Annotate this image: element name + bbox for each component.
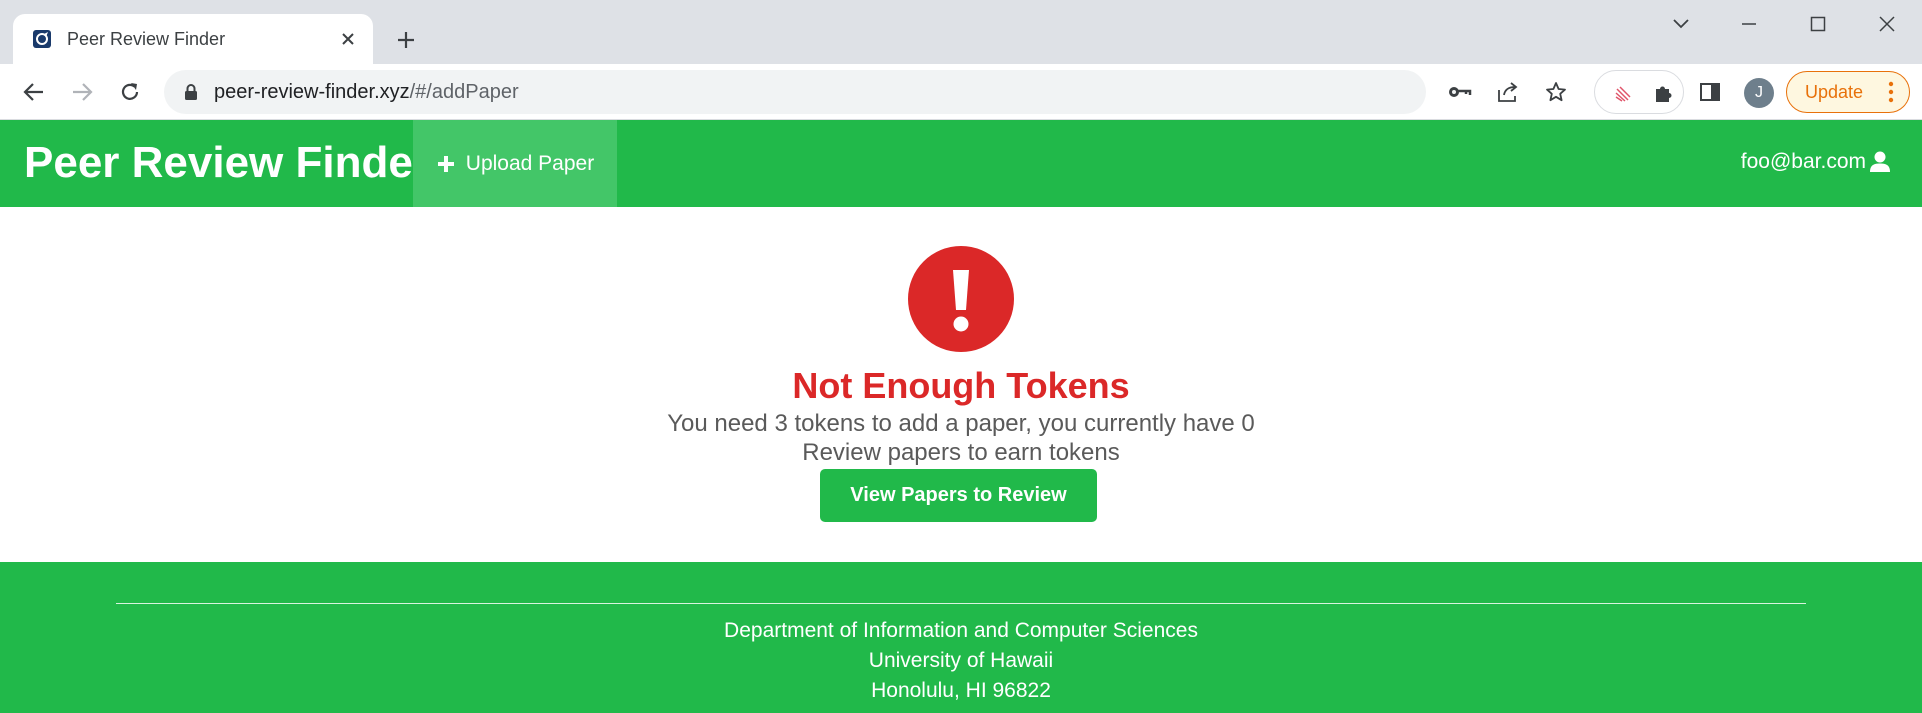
upload-paper-nav-item[interactable]: Upload Paper (413, 120, 617, 207)
forward-icon[interactable] (64, 74, 100, 110)
share-icon[interactable] (1494, 78, 1522, 106)
tab-title: Peer Review Finder (67, 29, 226, 49)
error-message: You need 3 tokens to add a paper, you cu… (667, 410, 1255, 437)
bookmark-star-icon[interactable] (1542, 78, 1570, 106)
tab-search-chevron-icon[interactable] (1654, 6, 1708, 42)
view-papers-button[interactable]: View Papers to Review (820, 469, 1097, 522)
update-button[interactable]: Update (1786, 71, 1910, 113)
footer-divider (116, 603, 1806, 604)
brand-title[interactable]: Peer Review Finder (24, 138, 430, 188)
footer-address: Honolulu, HI 96822 (871, 679, 1051, 702)
side-panel-icon[interactable] (1696, 78, 1724, 106)
exclamation-circle-icon (908, 246, 1014, 352)
main-content: Not Enough Tokens You need 3 tokens to a… (0, 207, 1922, 562)
lock-icon[interactable] (182, 83, 200, 101)
update-button-label: Update (1805, 82, 1864, 102)
minimize-icon[interactable] (1722, 6, 1776, 42)
error-hint: Review papers to earn tokens (802, 439, 1120, 466)
url-path: /#/addPaper (409, 81, 519, 103)
extensions-puzzle-icon[interactable] (1649, 79, 1677, 107)
close-window-icon[interactable] (1860, 6, 1914, 42)
new-tab-icon[interactable] (390, 24, 422, 56)
user-email: foo@bar.com (1740, 150, 1866, 173)
upload-paper-label: Upload Paper (465, 151, 595, 175)
maximize-icon[interactable] (1791, 6, 1845, 42)
error-title: Not Enough Tokens (792, 365, 1130, 406)
user-menu[interactable]: foo@bar.com (1741, 150, 1892, 174)
reload-icon[interactable] (112, 74, 148, 110)
password-key-icon[interactable] (1446, 78, 1474, 106)
browser-tab-strip: Peer Review Finder (0, 0, 1922, 64)
browser-toolbar: peer-review-finder.xyz/#/addPaper J Upda… (0, 64, 1922, 120)
browser-tab[interactable]: Peer Review Finder (13, 14, 373, 64)
footer-university: University of Hawaii (868, 649, 1054, 672)
url-text[interactable]: peer-review-finder.xyz/#/addPaper (214, 81, 519, 104)
user-icon (1870, 151, 1890, 172)
profile-avatar[interactable]: J (1744, 78, 1774, 108)
extension-striped-icon[interactable] (1609, 79, 1637, 107)
footer: Department of Information and Computer S… (0, 562, 1922, 713)
app-navbar: Peer Review Finder Upload Paper foo@bar.… (0, 120, 1922, 207)
plus-icon (437, 155, 454, 172)
site-favicon-icon (33, 30, 51, 48)
address-bar[interactable]: peer-review-finder.xyz/#/addPaper (164, 70, 1566, 114)
more-menu-icon[interactable] (1883, 78, 1899, 106)
extensions-group (1594, 70, 1684, 114)
url-host: peer-review-finder.xyz (214, 81, 410, 103)
tab-close-icon[interactable] (337, 28, 359, 50)
footer-department: Department of Information and Computer S… (724, 619, 1198, 642)
back-icon[interactable] (16, 74, 52, 110)
